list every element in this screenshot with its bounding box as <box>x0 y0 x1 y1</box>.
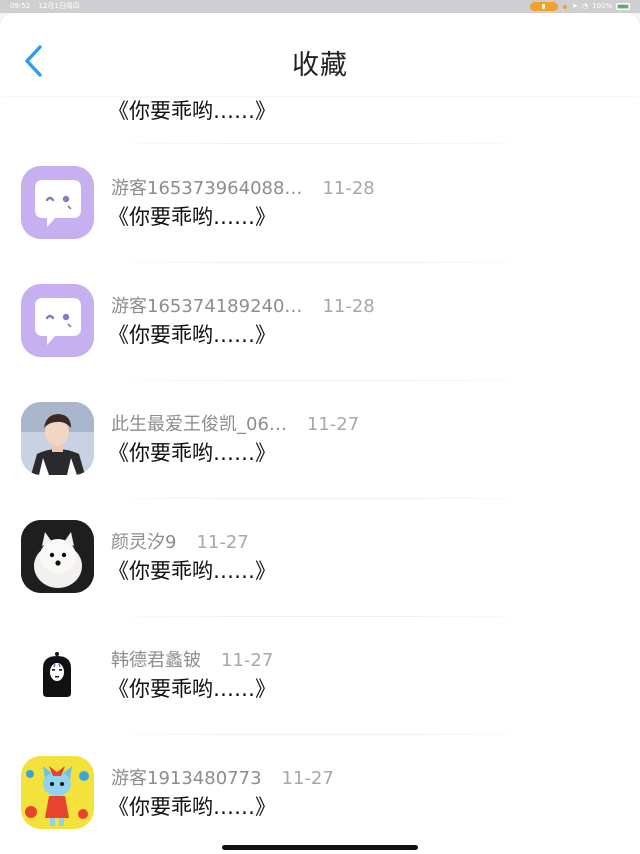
list-item[interactable]: 此生最爱王俊凯_06… 11-27 《你要乖哟……》 <box>0 380 640 498</box>
status-bar: 09:52 12月1日周四 ➤ ◔ 100% <box>0 0 640 13</box>
battery-percent: 100% <box>591 2 612 10</box>
list-item[interactable]: 游客165373964088… 11-28 《你要乖哟……》 <box>0 144 640 262</box>
page-title: 收藏 <box>292 50 348 81</box>
item-date: 11-27 <box>306 414 360 435</box>
white-dog-photo-icon <box>21 520 94 593</box>
privacy-dot-icon <box>563 4 567 9</box>
status-time: 09:52 <box>10 2 31 10</box>
item-title: 《你要乖哟……》 <box>108 559 276 583</box>
user-name: 韩德君蠡铍 <box>111 650 201 671</box>
item-title: 《你要乖哟……》 <box>108 323 276 347</box>
battery-icon <box>616 3 630 10</box>
chat-bubble-icon <box>21 166 94 239</box>
list-item[interactable]: 韩德君蠡铍 11-27 《你要乖哟……》 <box>0 616 640 734</box>
item-title: 《你要乖哟……》 <box>108 205 276 229</box>
list-item[interactable]: 游客1913480773 11-27 《你要乖哟……》 <box>0 734 640 852</box>
item-title: 《你要乖哟……》 <box>108 99 276 123</box>
user-name: 游客1913480773 <box>111 768 262 789</box>
item-meta: 颜灵汐9 11-27 <box>111 528 249 554</box>
location-icon: ➤ <box>572 2 578 10</box>
avatar <box>21 638 94 711</box>
item-title: 《你要乖哟……》 <box>108 677 276 701</box>
list-item[interactable]: 《你要乖哟……》 <box>0 96 640 123</box>
avatar <box>21 402 94 475</box>
status-right: ➤ ◔ 100% <box>563 0 630 13</box>
microphone-icon <box>530 2 558 11</box>
chat-bubble-icon <box>21 284 94 357</box>
item-date: 11-27 <box>196 532 249 553</box>
status-date: 12月1日周四 <box>38 2 80 10</box>
nav-bar: 收藏 <box>0 13 640 96</box>
item-date: 11-27 <box>221 650 274 671</box>
user-name: 颜灵汐9 <box>111 532 177 553</box>
list-item[interactable]: 颜灵汐9 11-27 《你要乖哟……》 <box>0 498 640 616</box>
item-date: 11-28 <box>322 178 375 199</box>
home-indicator[interactable] <box>222 845 418 850</box>
user-name: 游客165374189240… <box>111 296 303 317</box>
user-name: 此生最爱王俊凯_06… <box>111 414 287 435</box>
avatar <box>21 756 94 829</box>
person-photo-icon <box>21 402 94 475</box>
user-name: 游客165373964088… <box>111 178 303 199</box>
item-date: 11-28 <box>322 296 375 317</box>
avatar <box>21 166 94 239</box>
favorites-list[interactable]: 《你要乖哟……》 游客165373964088… 11-28 《你要乖哟……》 <box>0 96 640 854</box>
no-face-character-icon <box>21 638 94 711</box>
item-meta: 游客165374189240… 11-28 <box>111 292 375 318</box>
item-meta: 此生最爱王俊凯_06… 11-27 <box>111 410 359 436</box>
item-meta: 游客1913480773 11-27 <box>111 764 334 790</box>
list-item[interactable]: 游客165374189240… 11-28 《你要乖哟……》 <box>0 262 640 380</box>
item-title: 《你要乖哟……》 <box>108 441 276 465</box>
status-left: 09:52 12月1日周四 <box>10 0 86 13</box>
avatar <box>21 284 94 357</box>
item-title: 《你要乖哟……》 <box>108 795 276 819</box>
item-meta: 游客165373964088… 11-28 <box>111 174 375 200</box>
wifi-icon: ◔ <box>581 2 588 10</box>
item-meta: 韩德君蠡铍 11-27 <box>111 646 273 672</box>
item-date: 11-27 <box>281 768 334 789</box>
avatar <box>21 520 94 593</box>
cartoon-cat-girl-icon <box>21 756 94 829</box>
